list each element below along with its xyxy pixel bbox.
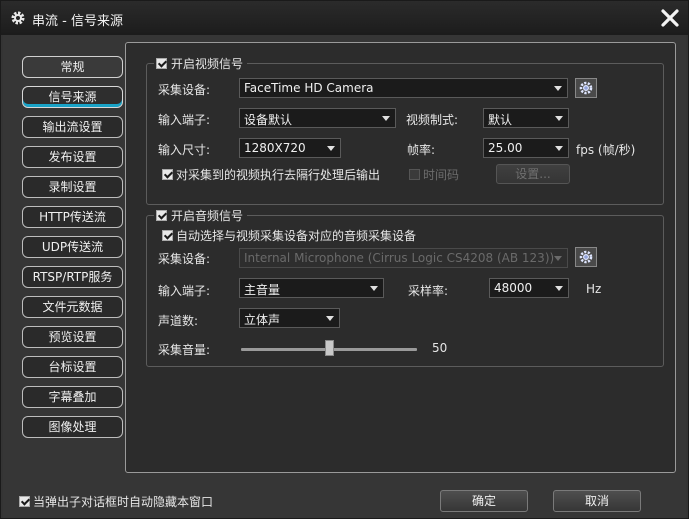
timecode-checkbox[interactable] bbox=[409, 169, 420, 180]
video-standard-label: 视频制式: bbox=[406, 113, 459, 127]
chevron-down-icon bbox=[322, 139, 340, 157]
nav-item-general[interactable]: 常规 bbox=[22, 56, 123, 78]
audio-channels-select[interactable]: 立体声 bbox=[239, 308, 340, 328]
gear-icon bbox=[11, 11, 25, 25]
timecode-label: 时间码 bbox=[423, 168, 460, 182]
deinterlace-checkbox[interactable] bbox=[162, 169, 173, 180]
video-size-select[interactable]: 1280X720 bbox=[239, 138, 341, 158]
video-device-select[interactable]: FaceTime HD Camera bbox=[239, 78, 568, 98]
gear-icon bbox=[579, 81, 593, 95]
audio-group-header: 开启音频信号 bbox=[154, 207, 248, 224]
audio-volume-value: 50 bbox=[432, 341, 448, 355]
audio-samplerate-label: 采样率: bbox=[408, 284, 449, 298]
video-enable-checkbox[interactable] bbox=[156, 58, 167, 69]
video-framerate-select[interactable]: 25.00 bbox=[483, 138, 569, 158]
video-standard-select[interactable]: 默认 bbox=[483, 108, 569, 128]
nav-item-image-processing[interactable]: 图像处理 bbox=[22, 416, 123, 438]
video-group-header: 开启视频信号 bbox=[154, 55, 248, 72]
audio-auto-select-label: 自动选择与视频采集设备对应的音频采集设备 bbox=[176, 229, 417, 243]
audio-channels-label: 声道数: bbox=[158, 314, 199, 328]
video-device-label: 采集设备: bbox=[158, 83, 211, 97]
dialog-window: 串流 - 信号来源 常规 信号来源 输出流设置 发布设置 录制设置 HTTP传送… bbox=[0, 0, 689, 519]
audio-device-label: 采集设备: bbox=[158, 252, 211, 266]
nav-item-preview[interactable]: 预览设置 bbox=[22, 326, 123, 348]
chevron-down-icon bbox=[377, 109, 395, 127]
gear-icon bbox=[579, 250, 593, 264]
chevron-down-icon bbox=[549, 249, 567, 267]
audio-enable-label: 开启音频信号 bbox=[171, 209, 244, 223]
autohide-checkbox[interactable] bbox=[19, 496, 30, 507]
chevron-down-icon bbox=[550, 139, 568, 157]
close-icon[interactable] bbox=[659, 7, 681, 29]
video-size-label: 输入尺寸: bbox=[158, 143, 211, 157]
fps-unit-label: fps (帧/秒) bbox=[576, 143, 636, 157]
audio-samplerate-value: 48000 bbox=[494, 281, 533, 295]
audio-enable-checkbox[interactable] bbox=[156, 210, 167, 221]
nav-item-publish[interactable]: 发布设置 bbox=[22, 146, 123, 168]
video-enable-label: 开启视频信号 bbox=[171, 57, 244, 71]
video-device-settings-button[interactable] bbox=[575, 78, 597, 98]
video-framerate-value: 25.00 bbox=[488, 141, 523, 155]
chevron-down-icon bbox=[550, 279, 568, 297]
title-bar[interactable]: 串流 - 信号来源 bbox=[1, 1, 688, 35]
video-standard-value: 默认 bbox=[488, 113, 513, 127]
audio-auto-select-checkbox[interactable] bbox=[162, 230, 173, 241]
audio-channels-value: 立体声 bbox=[244, 313, 281, 327]
video-device-value: FaceTime HD Camera bbox=[244, 81, 374, 95]
nav-item-file-metadata[interactable]: 文件元数据 bbox=[22, 296, 123, 318]
ok-button[interactable]: 确定 bbox=[440, 490, 528, 512]
nav-item-record[interactable]: 录制设置 bbox=[22, 176, 123, 198]
settings-panel: 开启视频信号 采集设备: FaceTime HD Camera 输入端子: 设备… bbox=[125, 42, 676, 473]
audio-device-value: Internal Microphone (Cirrus Logic CS4208… bbox=[244, 251, 555, 265]
video-settings-button[interactable]: 设置... bbox=[496, 164, 570, 184]
audio-input-select[interactable]: 主音量 bbox=[239, 278, 384, 298]
nav-item-signal-source[interactable]: 信号来源 bbox=[22, 86, 123, 108]
audio-samplerate-select[interactable]: 48000 bbox=[489, 278, 569, 298]
video-framerate-label: 帧率: bbox=[407, 143, 436, 157]
audio-input-value: 主音量 bbox=[244, 283, 281, 297]
window-title: 串流 - 信号来源 bbox=[32, 14, 123, 29]
nav-item-udp-stream[interactable]: UDP传送流 bbox=[22, 236, 123, 258]
volume-slider-thumb[interactable] bbox=[325, 340, 334, 356]
chevron-down-icon bbox=[550, 109, 568, 127]
audio-input-label: 输入端子: bbox=[158, 284, 211, 298]
nav-item-rtsp-rtp[interactable]: RTSP/RTP服务 bbox=[22, 266, 123, 288]
nav-item-logo[interactable]: 台标设置 bbox=[22, 356, 123, 378]
samplerate-unit-label: Hz bbox=[586, 282, 602, 296]
dialog-body: 常规 信号来源 输出流设置 发布设置 录制设置 HTTP传送流 UDP传送流 R… bbox=[3, 35, 686, 518]
nav-item-http-stream[interactable]: HTTP传送流 bbox=[22, 206, 123, 228]
chevron-down-icon bbox=[365, 279, 383, 297]
audio-device-settings-button[interactable] bbox=[575, 247, 597, 267]
audio-volume-label: 采集音量: bbox=[158, 343, 211, 357]
cancel-button[interactable]: 取消 bbox=[553, 490, 641, 512]
audio-device-select[interactable]: Internal Microphone (Cirrus Logic CS4208… bbox=[239, 248, 568, 268]
video-input-value: 设备默认 bbox=[244, 113, 293, 127]
video-input-label: 输入端子: bbox=[158, 113, 211, 127]
autohide-label: 当弹出子对话框时自动隐藏本窗口 bbox=[33, 495, 214, 509]
deinterlace-label: 对采集到的视频执行去隔行处理后输出 bbox=[176, 168, 381, 182]
chevron-down-icon bbox=[549, 79, 567, 97]
video-input-select[interactable]: 设备默认 bbox=[239, 108, 396, 128]
video-size-value: 1280X720 bbox=[244, 141, 306, 155]
chevron-down-icon bbox=[321, 309, 339, 327]
nav-item-output-stream[interactable]: 输出流设置 bbox=[22, 116, 123, 138]
nav-item-subtitle[interactable]: 字幕叠加 bbox=[22, 386, 123, 408]
